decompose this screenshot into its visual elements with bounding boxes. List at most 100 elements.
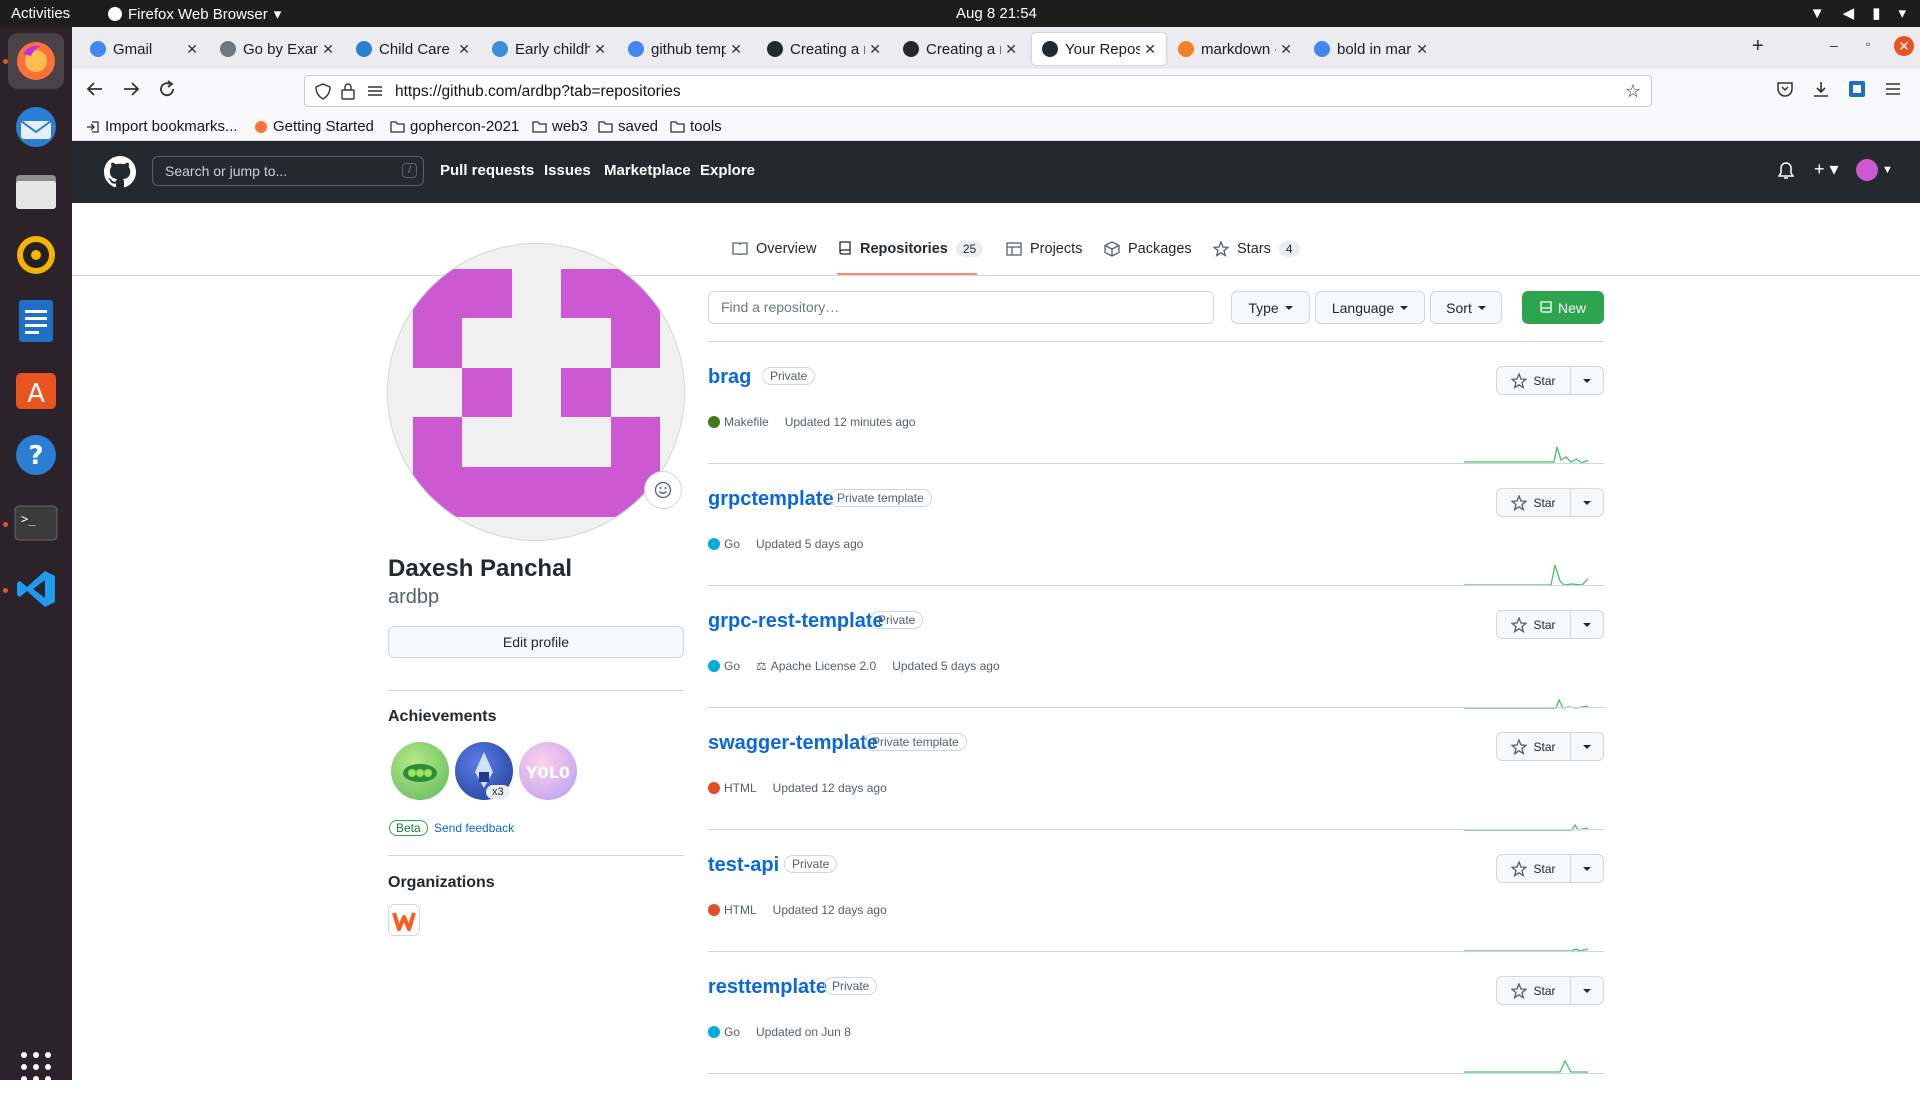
app-grid-icon[interactable] bbox=[8, 1039, 64, 1095]
star-button[interactable]: Star bbox=[1497, 733, 1571, 760]
set-status-button[interactable] bbox=[644, 471, 682, 509]
star-list-dropdown[interactable] bbox=[1571, 733, 1603, 760]
star-list-dropdown[interactable] bbox=[1571, 489, 1603, 516]
url-bar[interactable]: https://github.com/ardbp?tab=repositorie… bbox=[304, 75, 1652, 107]
close-icon[interactable]: ✕ bbox=[458, 41, 470, 58]
close-icon[interactable]: ✕ bbox=[186, 41, 198, 58]
star-button[interactable]: Star bbox=[1497, 489, 1571, 516]
bookmark-item[interactable]: gophercon-2021 bbox=[390, 118, 519, 135]
browser-tab[interactable]: Early childhood c✕ bbox=[482, 33, 616, 65]
forward-button[interactable] bbox=[122, 80, 140, 98]
lock-icon[interactable] bbox=[341, 83, 355, 100]
find-repository-input[interactable]: Find a repository… bbox=[708, 291, 1214, 324]
new-tab-button[interactable]: + bbox=[1752, 35, 1764, 58]
bookmark-item[interactable]: tools bbox=[670, 118, 722, 135]
browser-tab[interactable]: Creating a repos✕ bbox=[893, 33, 1027, 65]
reload-button[interactable] bbox=[158, 80, 176, 98]
downloads-icon[interactable] bbox=[1812, 80, 1830, 98]
pocket-icon[interactable] bbox=[1776, 80, 1794, 98]
browser-tab[interactable]: Child Care Digita✕ bbox=[346, 33, 480, 65]
organization-avatar[interactable] bbox=[388, 904, 420, 936]
rhythmbox-icon[interactable] bbox=[8, 227, 64, 283]
files-icon[interactable] bbox=[8, 163, 64, 219]
browser-tab[interactable]: bold in markdow✕ bbox=[1304, 33, 1438, 65]
sort-filter-button[interactable]: Sort bbox=[1430, 291, 1502, 324]
url-text[interactable]: https://github.com/ardbp?tab=repositorie… bbox=[395, 83, 681, 101]
bell-icon[interactable] bbox=[1778, 162, 1794, 180]
close-icon[interactable]: ✕ bbox=[1005, 41, 1017, 58]
back-button[interactable] bbox=[86, 80, 104, 98]
github-logo-icon[interactable] bbox=[104, 156, 136, 188]
terminal-icon[interactable]: >_ bbox=[8, 495, 64, 551]
close-icon[interactable]: ✕ bbox=[730, 41, 742, 58]
tab-repositories[interactable]: Repositories 25 bbox=[838, 234, 984, 264]
app-menu[interactable]: Firefox Web Browser ▾ bbox=[108, 5, 281, 23]
star-button[interactable]: Star bbox=[1497, 855, 1571, 882]
repository-name-link[interactable]: grpc-rest-template bbox=[708, 610, 884, 633]
close-icon[interactable]: ✕ bbox=[1144, 41, 1156, 58]
firefox-icon[interactable] bbox=[8, 33, 64, 89]
tab-overview[interactable]: Overview bbox=[732, 234, 816, 264]
bookmark-star-icon[interactable]: ☆ bbox=[1625, 81, 1641, 102]
software-center-icon[interactable]: A bbox=[8, 361, 64, 417]
profile-avatar[interactable] bbox=[387, 243, 685, 541]
send-feedback-link[interactable]: Send feedback bbox=[434, 821, 514, 835]
system-tray[interactable]: ▼ ◀ ▮ ▾ bbox=[1810, 4, 1906, 23]
bookmark-item[interactable]: web3 bbox=[532, 118, 588, 135]
nav-marketplace[interactable]: Marketplace bbox=[604, 162, 691, 179]
repository-name-link[interactable]: swagger-template bbox=[708, 732, 878, 755]
vscode-icon[interactable] bbox=[8, 561, 64, 617]
new-repository-button[interactable]: New bbox=[1522, 291, 1604, 324]
achievement-badge-pair[interactable] bbox=[391, 742, 449, 800]
help-icon[interactable]: ? bbox=[8, 427, 64, 483]
minimize-button[interactable]: – bbox=[1830, 37, 1838, 53]
achievement-badge-yolo[interactable]: Y0L0 bbox=[519, 742, 577, 800]
star-list-dropdown[interactable] bbox=[1571, 977, 1603, 1004]
writer-icon[interactable] bbox=[8, 293, 64, 349]
browser-tab[interactable]: Go by Example: I✕ bbox=[210, 33, 344, 65]
bookmark-item[interactable]: Getting Started bbox=[254, 118, 374, 135]
repository-name-link[interactable]: grpctemplate bbox=[708, 488, 834, 511]
bookmark-item[interactable]: Import bookmarks... bbox=[86, 118, 238, 135]
tab-projects[interactable]: Projects bbox=[1006, 234, 1082, 264]
permissions-icon[interactable] bbox=[367, 84, 383, 98]
nav-pull-requests[interactable]: Pull requests bbox=[440, 162, 534, 179]
star-button[interactable]: Star bbox=[1497, 977, 1571, 1004]
close-window-button[interactable]: ✕ bbox=[1894, 36, 1914, 56]
browser-tab[interactable]: github template✕ bbox=[618, 33, 752, 65]
browser-tab[interactable]: Creating a repos✕ bbox=[757, 33, 891, 65]
language-filter-button[interactable]: Language bbox=[1315, 291, 1425, 324]
avatar-menu[interactable]: ▼ bbox=[1856, 159, 1893, 181]
bookmark-item[interactable]: saved bbox=[598, 118, 658, 135]
browser-tab[interactable]: markdown - How✕ bbox=[1168, 33, 1302, 65]
type-filter-button[interactable]: Type bbox=[1231, 291, 1310, 324]
close-icon[interactable]: ✕ bbox=[1416, 41, 1428, 58]
nav-explore[interactable]: Explore bbox=[700, 162, 755, 179]
star-list-dropdown[interactable] bbox=[1571, 855, 1603, 882]
tab-stars[interactable]: Stars 4 bbox=[1213, 234, 1300, 264]
star-list-dropdown[interactable] bbox=[1571, 611, 1603, 638]
restore-button[interactable]: ▫ bbox=[1866, 37, 1870, 51]
star-list-dropdown[interactable] bbox=[1571, 367, 1603, 394]
shield-icon[interactable] bbox=[315, 83, 331, 100]
repository-name-link[interactable]: test-api bbox=[708, 854, 779, 877]
repository-name-link[interactable]: resttemplate bbox=[708, 976, 827, 999]
edit-profile-button[interactable]: Edit profile bbox=[388, 626, 684, 658]
tab-packages[interactable]: Packages bbox=[1104, 234, 1192, 264]
star-button[interactable]: Star bbox=[1497, 611, 1571, 638]
activities-button[interactable]: Activities bbox=[11, 5, 70, 22]
create-new-button[interactable]: + ▾ bbox=[1814, 159, 1839, 180]
repository-name-link[interactable]: brag bbox=[708, 366, 751, 389]
nav-issues[interactable]: Issues bbox=[544, 162, 591, 179]
clock[interactable]: Aug 8 21:54 bbox=[956, 5, 1037, 22]
star-button[interactable]: Star bbox=[1497, 367, 1571, 394]
menu-icon[interactable] bbox=[1884, 80, 1902, 98]
close-icon[interactable]: ✕ bbox=[869, 41, 881, 58]
close-icon[interactable]: ✕ bbox=[322, 41, 334, 58]
browser-tab[interactable]: Gmail ✕ bbox=[80, 33, 208, 65]
thunderbird-icon[interactable] bbox=[8, 99, 64, 155]
close-icon[interactable]: ✕ bbox=[594, 41, 606, 58]
close-icon[interactable]: ✕ bbox=[1280, 41, 1292, 58]
browser-tab[interactable]: Your Repositorie✕ bbox=[1032, 33, 1166, 65]
extension-icon[interactable] bbox=[1848, 80, 1866, 98]
